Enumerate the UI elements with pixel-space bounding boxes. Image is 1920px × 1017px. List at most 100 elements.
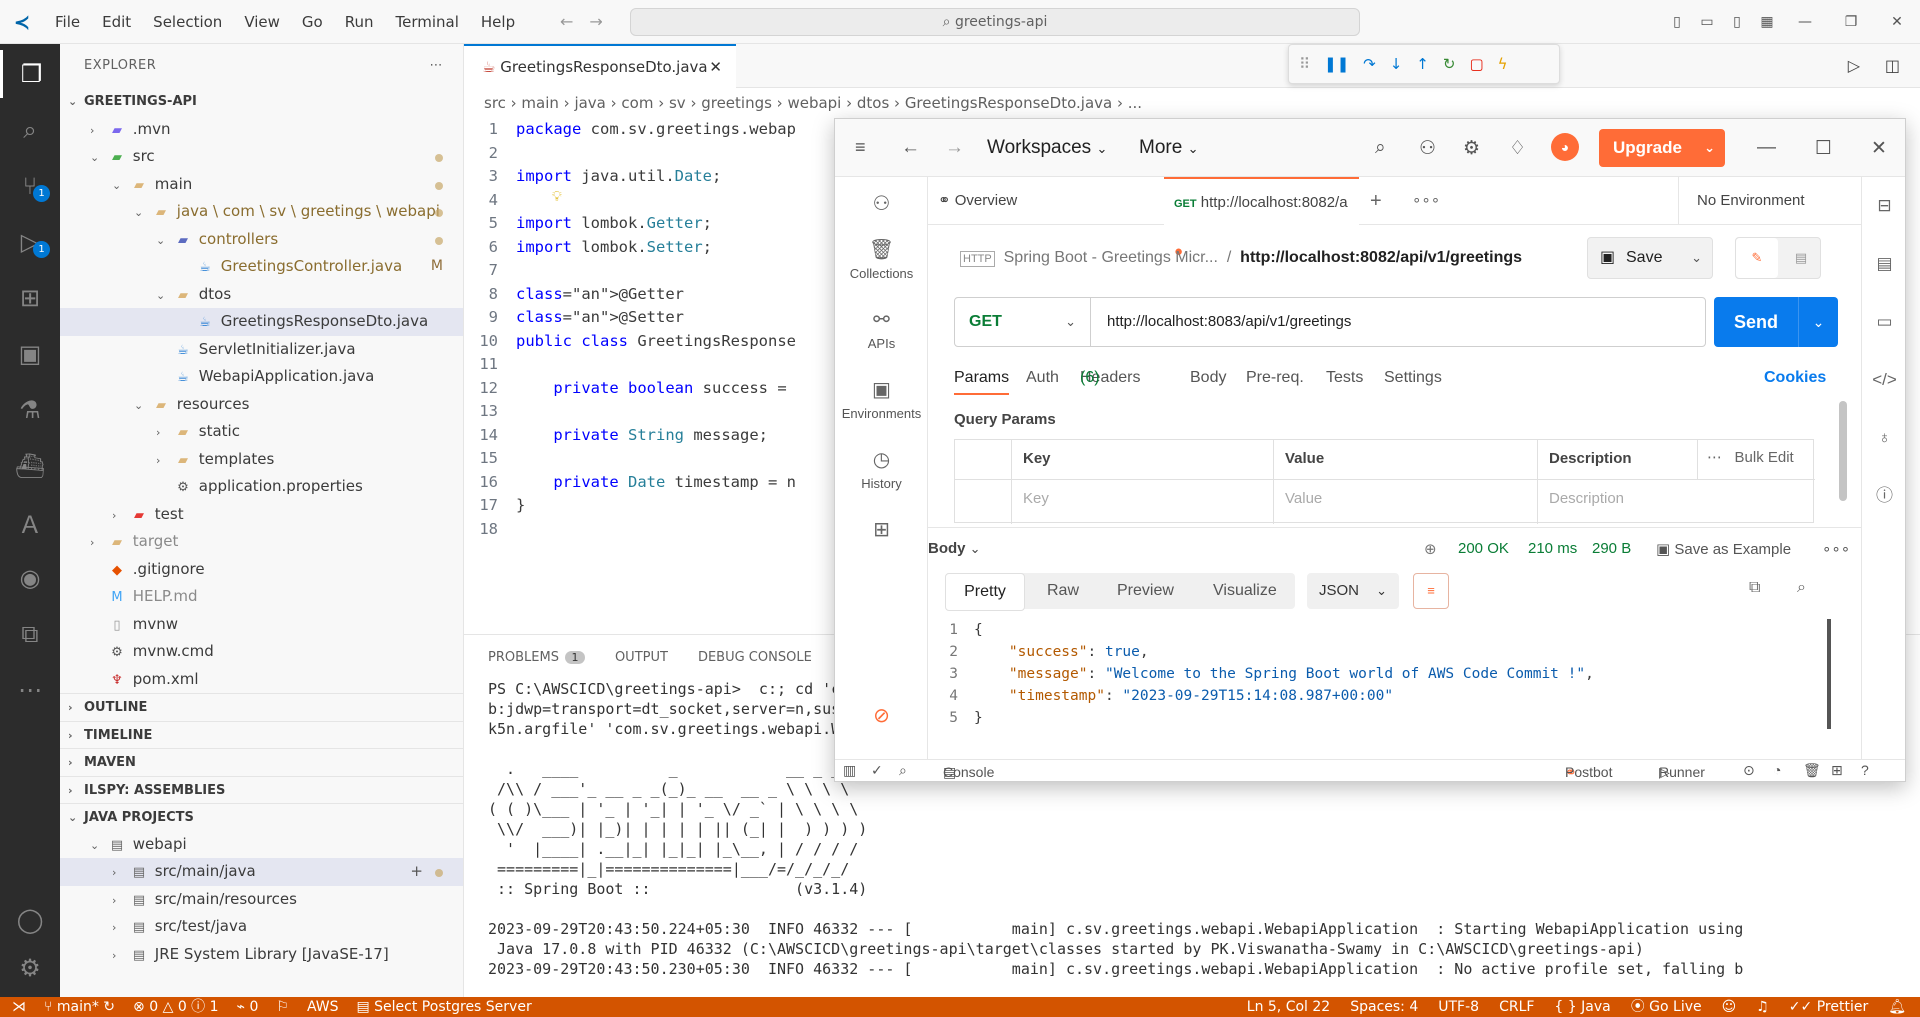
menu-go[interactable]: Go — [291, 13, 334, 31]
tree-item[interactable]: ⌄ ▰ controllers — [60, 226, 463, 254]
java-project-item[interactable]: › ▤ src/test/java — [60, 913, 463, 941]
toggle-sidebar-icon[interactable]: ▥ — [843, 762, 856, 779]
tree-item[interactable]: › ▰ templates — [60, 446, 463, 474]
sidebar-item-collections[interactable]: 🗑︎ Collections — [835, 237, 928, 281]
forward-arrow-icon[interactable]: → — [589, 12, 618, 31]
save-as-example-button[interactable]: ▣ Save as Example — [1656, 540, 1791, 558]
tree-item[interactable]: ⚙ mvnw.cmd — [60, 638, 463, 666]
menu-selection[interactable]: Selection — [142, 13, 233, 31]
run-icon[interactable]: ▷ — [1848, 56, 1860, 75]
explorer-icon[interactable]: ❐ — [0, 50, 60, 98]
tab-request[interactable]: GET http://localhost:8082/a ● — [1164, 177, 1359, 260]
collection-link[interactable]: Spring Boot - Greetings Micr... — [1004, 249, 1218, 266]
send-dropdown-icon[interactable]: ⌄ — [1798, 297, 1838, 347]
postgres-status[interactable]: ▤ Select Postgres Server — [356, 997, 531, 1017]
tree-item[interactable]: ⌄ ▰ dtos — [60, 281, 463, 309]
explorer-more-icon[interactable]: ⋯ — [430, 44, 444, 88]
trash-icon[interactable]: 🗑︎ — [1803, 762, 1821, 779]
copy-icon[interactable]: ⧉ — [1749, 579, 1760, 597]
pm-close-icon[interactable]: ✕ — [1871, 137, 1887, 160]
avatar[interactable]: ◕ — [1551, 133, 1579, 161]
help-icon[interactable]: ? — [1861, 762, 1869, 778]
language-mode[interactable]: { } Java — [1554, 997, 1610, 1017]
info-icon[interactable]: ⓘ — [1862, 467, 1905, 525]
line-endings[interactable]: CRLF — [1499, 997, 1534, 1017]
breadcrumb[interactable]: src › main › java › com › sv › greetings… — [464, 88, 1920, 118]
extensions-icon[interactable]: ⊞ — [0, 274, 60, 322]
lightbulb-icon[interactable]: 💡︎ — [552, 189, 562, 205]
go-live[interactable]: ⦿ Go Live — [1631, 997, 1702, 1017]
debug-status-icon[interactable]: ⚐ — [276, 997, 289, 1017]
hamburger-menu-icon[interactable]: ≡ — [855, 137, 866, 158]
source-control-icon[interactable]: ⑂ 1 — [0, 162, 60, 210]
toggle-panel-icon[interactable]: ▭ — [1692, 14, 1722, 30]
tab-body[interactable]: Body — [1190, 369, 1226, 387]
tree-item[interactable]: ⌄ ▰ java \ com \ sv \ greetings \ webapi — [60, 198, 463, 226]
send-button[interactable]: Send ⌄ — [1714, 297, 1838, 347]
section-header[interactable]: › ILSPY: ASSEMBLIES — [60, 775, 463, 804]
docker-icon[interactable]: ⛴ — [0, 442, 60, 490]
sidebar-item-add[interactable]: ⊞ — [835, 517, 928, 546]
tree-item[interactable]: ☕ WebapiApplication.java — [60, 363, 463, 391]
wrap-lines-icon[interactable]: ≡ — [1413, 573, 1449, 609]
testing-icon[interactable]: ⚗ — [0, 386, 60, 434]
step-out-icon[interactable]: ↑ — [1416, 55, 1429, 73]
tree-item[interactable]: ⌄ ▰ src — [60, 143, 463, 171]
menu-view[interactable]: View — [233, 13, 291, 31]
upgrade-button[interactable]: Upgrade ⌄ — [1599, 129, 1725, 167]
editor-tab-greetingsresponsedto[interactable]: ☕ GreetingsResponseDto.java ✕ — [464, 44, 736, 88]
pm-maximize-icon[interactable]: ☐ — [1815, 137, 1832, 160]
toggle-secondary-sidebar-icon[interactable]: ▯ — [1722, 14, 1752, 30]
section-header[interactable]: ⌄ JAVA PROJECTS — [60, 803, 463, 831]
chevron-down-icon[interactable]: ⌄ — [1691, 238, 1702, 278]
url-input[interactable]: http://localhost:8083/api/v1/greetings — [1107, 298, 1351, 346]
account-icon[interactable]: ◯ — [0, 896, 60, 944]
tree-item[interactable]: ⌄ ▰ resources — [60, 391, 463, 419]
invite-icon[interactable]: ⚇ — [1419, 137, 1436, 160]
step-over-icon[interactable]: ↷ — [1363, 55, 1376, 73]
cursor-position[interactable]: Ln 5, Col 22 — [1247, 997, 1330, 1017]
tree-item[interactable]: ⚙ application.properties — [60, 473, 463, 501]
menu-help[interactable]: Help — [470, 13, 526, 31]
tree-item[interactable]: ⌄ ▰ main — [60, 171, 463, 199]
tree-item[interactable]: ▯ mvnw — [60, 611, 463, 639]
step-into-icon[interactable]: ↓ — [1390, 55, 1403, 73]
params-scrollbar[interactable] — [1839, 401, 1847, 501]
workspaces-menu[interactable]: Workspaces ⌄ — [987, 137, 1107, 159]
tree-item[interactable]: › ▰ test — [60, 501, 463, 529]
minimize-icon[interactable]: — — [1782, 14, 1828, 30]
menu-terminal[interactable]: Terminal — [385, 13, 470, 31]
globe-icon[interactable]: ⊕ — [1424, 540, 1437, 558]
tree-item[interactable]: › ▰ target — [60, 528, 463, 556]
method-select[interactable]: GET ⌄ — [955, 298, 1091, 346]
menu-file[interactable]: File — [44, 13, 91, 31]
close-tab-icon[interactable]: ✕ — [709, 46, 722, 88]
aws-status[interactable]: AWS — [307, 997, 339, 1017]
response-body-toggle[interactable]: Body ⌄ — [928, 540, 981, 557]
remote-explorer-icon[interactable]: ▣ — [0, 330, 60, 378]
request-title[interactable]: http://localhost:8082/api/v1/greetings — [1240, 249, 1522, 266]
tree-item[interactable]: › ▰ static — [60, 418, 463, 446]
database-icon[interactable]: ⧉ — [0, 610, 60, 658]
azure-icon[interactable]: Ａ — [0, 498, 60, 546]
layout-icon[interactable]: ⊞ — [1831, 762, 1843, 779]
close-window-icon[interactable]: ✕ — [1874, 14, 1920, 30]
encoding[interactable]: UTF-8 — [1438, 997, 1479, 1017]
branch-status[interactable]: ⑂ main* ↻ — [44, 997, 115, 1017]
tree-item[interactable]: M HELP.md — [60, 583, 463, 611]
java-project-item[interactable]: › ▤ src/main/java + — [60, 858, 463, 886]
tree-item[interactable]: ☕ ServletInitializer.java — [60, 336, 463, 364]
drag-handle-icon[interactable]: ⠿ — [1299, 55, 1310, 73]
pm-settings-icon[interactable]: ⚙ — [1463, 137, 1480, 160]
pm-bell-icon[interactable]: ♢ — [1509, 137, 1526, 160]
status-code[interactable]: 200 OK — [1458, 540, 1509, 557]
tab-problems[interactable]: PROBLEMS 1 — [488, 650, 585, 665]
section-header[interactable]: › TIMELINE — [60, 720, 463, 749]
pm-minimize-icon[interactable]: — — [1757, 137, 1776, 159]
indentation[interactable]: Spaces: 4 — [1350, 997, 1418, 1017]
online-status-icon[interactable]: ✓ — [871, 762, 883, 779]
tree-item[interactable]: ☕ GreetingsController.java M — [60, 253, 463, 281]
capture-icon[interactable]: ⊙ — [1743, 762, 1755, 779]
response-search-icon[interactable]: ⌕ — [1797, 579, 1806, 597]
tab-params[interactable]: Params — [954, 369, 1010, 395]
